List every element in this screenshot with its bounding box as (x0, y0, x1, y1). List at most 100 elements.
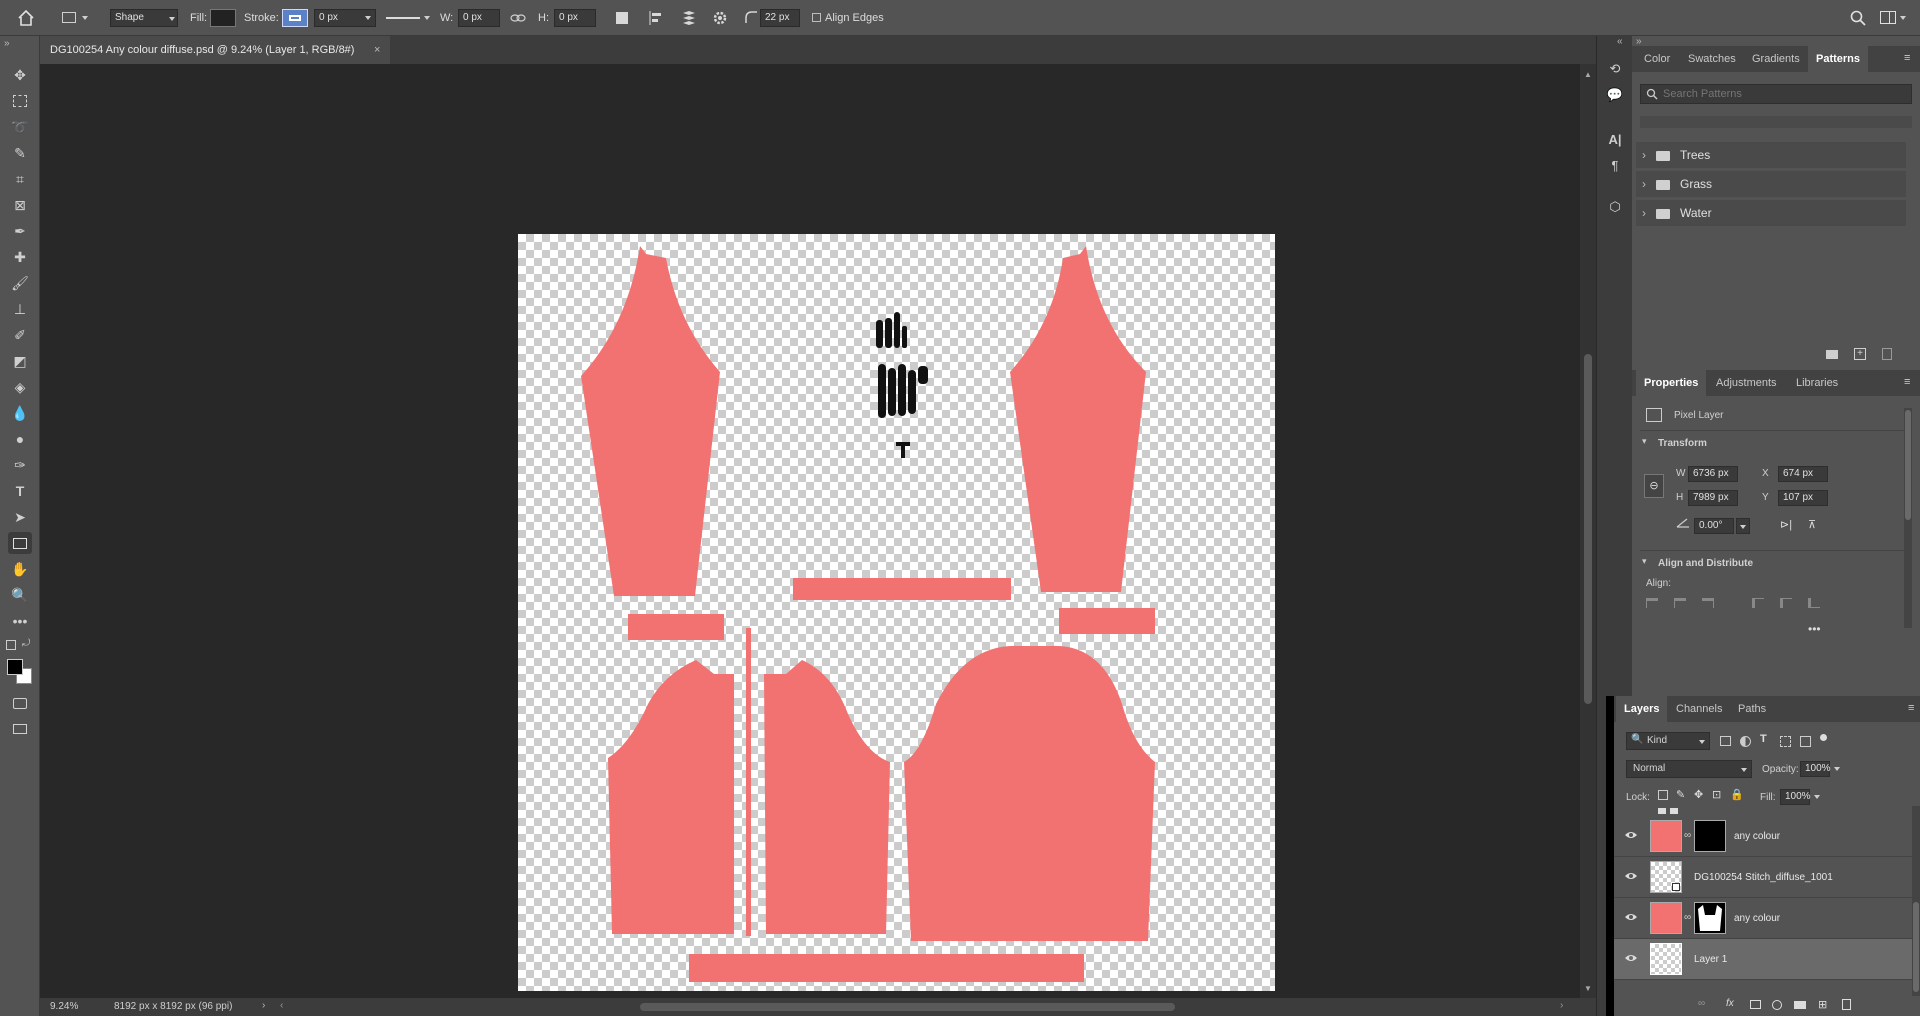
filter-toggle-icon[interactable] (1820, 734, 1827, 741)
new-layer-icon[interactable]: ⊞ (1818, 998, 1827, 1011)
vertical-scroll-thumb[interactable] (1584, 354, 1592, 704)
canvas-area[interactable] (40, 64, 1580, 998)
history-icon[interactable]: ⟲ (1603, 58, 1627, 80)
panel-menu-icon[interactable]: ≡ (1904, 376, 1910, 388)
align-left-icon[interactable] (1646, 598, 1658, 608)
dodge-tool-icon[interactable]: ● (8, 428, 32, 450)
eye-icon[interactable] (1624, 871, 1638, 881)
layer-mask-thumbnail[interactable] (1694, 902, 1726, 934)
tab-channels[interactable]: Channels (1668, 696, 1730, 722)
layer-row-selected[interactable]: Layer 1 (1614, 939, 1912, 980)
healing-brush-tool-icon[interactable]: ✚ (8, 246, 32, 268)
comments-icon[interactable]: 💬 (1603, 84, 1627, 106)
vertical-scrollbar[interactable]: ▲ ▼ (1580, 64, 1596, 998)
pattern-folder-grass[interactable]: › Grass (1636, 171, 1906, 197)
chevron-down-icon[interactable]: ▾ (1642, 556, 1647, 567)
pattern-folder-trees[interactable]: › Trees (1636, 142, 1906, 168)
link-icon[interactable]: ∞ (1684, 912, 1691, 923)
quick-selection-tool-icon[interactable]: ✎ (8, 142, 32, 164)
brush-tool-icon[interactable]: 🖌 (8, 272, 32, 294)
document-canvas[interactable] (518, 234, 1275, 991)
shape-mode-select[interactable]: Shape (110, 9, 178, 27)
flip-vertical-icon[interactable]: ⊼ (1808, 518, 1816, 531)
home-icon[interactable] (16, 8, 36, 28)
eye-icon[interactable] (1624, 912, 1638, 922)
width-input[interactable]: 0 px (458, 9, 500, 27)
character-icon[interactable]: A| (1603, 128, 1627, 150)
fill-swatch[interactable] (210, 9, 236, 27)
height-input[interactable]: 0 px (554, 9, 596, 27)
blend-mode-select[interactable]: Normal (1626, 760, 1752, 778)
align-edges-checkbox[interactable] (812, 13, 821, 22)
align-bottom-icon[interactable] (1808, 598, 1820, 608)
crop-tool-icon[interactable]: ⌗ (8, 168, 32, 190)
3d-cube-icon[interactable]: ⬡ (1603, 196, 1627, 218)
opacity-dropdown[interactable] (1832, 761, 1844, 777)
link-icon[interactable]: ∞ (1684, 830, 1691, 841)
gear-icon[interactable] (712, 10, 728, 26)
collapse-panel-icon[interactable]: » (4, 38, 10, 49)
lock-position-icon[interactable]: ✥ (1694, 788, 1703, 801)
lock-transparent-icon[interactable] (1658, 790, 1668, 800)
eraser-tool-icon[interactable]: ◩ (8, 350, 32, 372)
tab-libraries[interactable]: Libraries (1788, 370, 1846, 396)
collapse-panels-icon[interactable]: « (1617, 36, 1623, 47)
link-dimensions-icon[interactable]: ⊖ (1644, 474, 1664, 498)
width-field[interactable]: 6736 px (1688, 466, 1738, 482)
lock-artboard-icon[interactable]: ⊡ (1712, 788, 1721, 801)
x-field[interactable]: 674 px (1778, 466, 1828, 482)
gradient-tool-icon[interactable]: ◈ (8, 376, 32, 398)
layer-row[interactable]: DG100254 Stitch_diffuse_1001 (1614, 857, 1912, 898)
filter-type-icon[interactable]: T (1760, 733, 1767, 745)
layers-scrollbar[interactable] (1912, 806, 1920, 996)
hand-tool-icon[interactable]: ✋ (8, 558, 32, 580)
tab-color[interactable]: Color (1636, 46, 1678, 72)
screen-mode-icon[interactable] (8, 718, 32, 740)
stroke-type-select[interactable] (386, 10, 432, 26)
paragraph-icon[interactable]: ¶ (1603, 154, 1627, 176)
chevron-down-icon[interactable]: ▾ (1642, 436, 1647, 447)
flip-horizontal-icon[interactable]: ⊳| (1780, 518, 1792, 531)
adjustment-layer-icon[interactable] (1772, 1000, 1782, 1010)
trash-icon[interactable] (1842, 999, 1851, 1010)
properties-scroll-thumb[interactable] (1905, 410, 1911, 520)
tool-preset-picker[interactable] (60, 10, 90, 26)
zoom-tool-icon[interactable]: 🔍 (8, 584, 32, 606)
filter-adjustment-icon[interactable] (1740, 736, 1751, 747)
eye-icon[interactable] (1624, 830, 1638, 840)
fill-field[interactable]: 100% (1780, 789, 1811, 805)
pattern-preview-slider[interactable] (1640, 116, 1912, 128)
workspace-icon[interactable] (1880, 11, 1906, 25)
filter-shape-icon[interactable] (1780, 736, 1791, 747)
blur-tool-icon[interactable]: 💧 (8, 402, 32, 424)
height-field[interactable]: 7989 px (1688, 490, 1738, 506)
filter-pixel-icon[interactable] (1720, 736, 1731, 746)
stroke-width-input[interactable]: 0 px (314, 9, 376, 27)
quick-mask-icon[interactable] (8, 692, 32, 714)
angle-field[interactable]: 0.00° (1694, 518, 1734, 534)
edit-toolbar-icon[interactable]: ••• (8, 610, 32, 632)
close-tab-icon[interactable]: × (374, 36, 380, 64)
align-vertical-center-icon[interactable] (1780, 598, 1792, 608)
move-tool-icon[interactable]: ✥ (8, 64, 32, 86)
path-selection-tool-icon[interactable]: ➤ (8, 506, 32, 528)
align-right-icon[interactable] (1702, 598, 1714, 608)
tab-layers[interactable]: Layers (1616, 696, 1668, 722)
panel-menu-icon[interactable]: ≡ (1908, 702, 1914, 714)
pattern-folder-water[interactable]: › Water (1636, 200, 1906, 226)
layer-filter-select[interactable]: 🔍 Kind (1626, 732, 1710, 750)
scroll-left-icon[interactable]: ‹ (280, 1000, 283, 1011)
angle-dropdown[interactable] (1736, 518, 1750, 534)
more-options-icon[interactable]: ••• (1808, 622, 1821, 636)
path-operations-icon[interactable] (616, 12, 628, 24)
eye-icon[interactable] (1624, 953, 1638, 963)
y-field[interactable]: 107 px (1778, 490, 1828, 506)
foreground-color-swatch[interactable] (7, 659, 23, 675)
new-group-icon[interactable] (1826, 350, 1838, 359)
fx-icon[interactable]: fx (1726, 998, 1734, 1009)
tab-properties[interactable]: Properties (1636, 370, 1707, 396)
lock-image-icon[interactable]: ✎ (1676, 788, 1685, 801)
pen-tool-icon[interactable]: ✑ (8, 454, 32, 476)
history-brush-tool-icon[interactable]: ✐ (8, 324, 32, 346)
status-menu-icon[interactable]: › (262, 1000, 265, 1011)
